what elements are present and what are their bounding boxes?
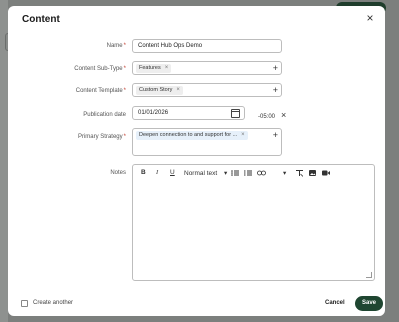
- calendar-icon[interactable]: [231, 109, 240, 118]
- chip-remove-icon[interactable]: ×: [165, 65, 169, 71]
- content-template-label: Content Template*: [75, 88, 126, 94]
- required-marker: *: [123, 66, 126, 72]
- resize-handle[interactable]: [366, 272, 372, 278]
- italic-button[interactable]: I: [156, 169, 158, 176]
- video-icon[interactable]: [322, 170, 330, 176]
- content-template-field[interactable]: Custom Story × +: [132, 83, 282, 97]
- image-icon[interactable]: [309, 170, 316, 176]
- create-another-label: Create another: [33, 300, 74, 306]
- required-marker: *: [123, 43, 126, 49]
- create-another-checkbox[interactable]: [21, 300, 28, 307]
- add-icon[interactable]: +: [273, 129, 278, 141]
- clear-date-icon[interactable]: ×: [281, 110, 286, 120]
- chip-remove-icon[interactable]: ×: [241, 132, 245, 138]
- date-value: 01/01/2026: [138, 110, 169, 116]
- primary-strategy-label: Primary Strategy*: [77, 134, 126, 140]
- template-chip: Custom Story ×: [136, 86, 183, 95]
- notes-editor[interactable]: B I U Normal text ▾ ▾: [132, 164, 375, 281]
- modal-title: Content: [22, 14, 60, 25]
- bold-button[interactable]: B: [141, 169, 146, 176]
- text-style-select[interactable]: Normal text ▾: [184, 169, 227, 177]
- timezone-offset: -05:00: [258, 114, 276, 120]
- required-marker: *: [123, 134, 126, 140]
- content-subtype-label: Content Sub-Type*: [74, 66, 126, 72]
- publication-date-label: Publication date: [83, 112, 126, 118]
- link-icon[interactable]: [257, 170, 266, 176]
- bullet-list-icon[interactable]: [231, 170, 239, 176]
- close-icon[interactable]: ×: [363, 11, 377, 25]
- add-icon[interactable]: +: [273, 62, 278, 74]
- numbered-list-icon[interactable]: [244, 170, 252, 176]
- more-formatting-caret-icon[interactable]: ▾: [283, 169, 286, 177]
- underline-button[interactable]: U: [170, 169, 175, 176]
- content-subtype-field[interactable]: Features × +: [132, 61, 282, 75]
- clear-formatting-icon[interactable]: [296, 170, 303, 177]
- name-label: Name*: [106, 43, 126, 49]
- name-field[interactable]: Content Hub Ops Demo: [132, 39, 282, 53]
- content-modal: Content × Name* Content Hub Ops Demo Con…: [8, 6, 385, 316]
- notes-label: Notes: [110, 170, 126, 176]
- primary-strategy-field[interactable]: Deepen connection to and support for ...…: [132, 128, 282, 156]
- strategy-chip: Deepen connection to and support for ...…: [136, 131, 248, 140]
- publication-date-field[interactable]: 01/01/2026: [132, 106, 245, 120]
- editor-toolbar: B I U Normal text ▾ ▾: [133, 165, 374, 181]
- chip-remove-icon[interactable]: ×: [176, 87, 180, 93]
- required-marker: *: [123, 88, 126, 94]
- name-value: Content Hub Ops Demo: [138, 43, 203, 49]
- save-button[interactable]: Save: [355, 296, 383, 311]
- cancel-button[interactable]: Cancel: [325, 300, 345, 306]
- chevron-down-icon: ▾: [224, 170, 228, 177]
- subtype-chip: Features ×: [136, 64, 172, 73]
- add-icon[interactable]: +: [273, 84, 278, 96]
